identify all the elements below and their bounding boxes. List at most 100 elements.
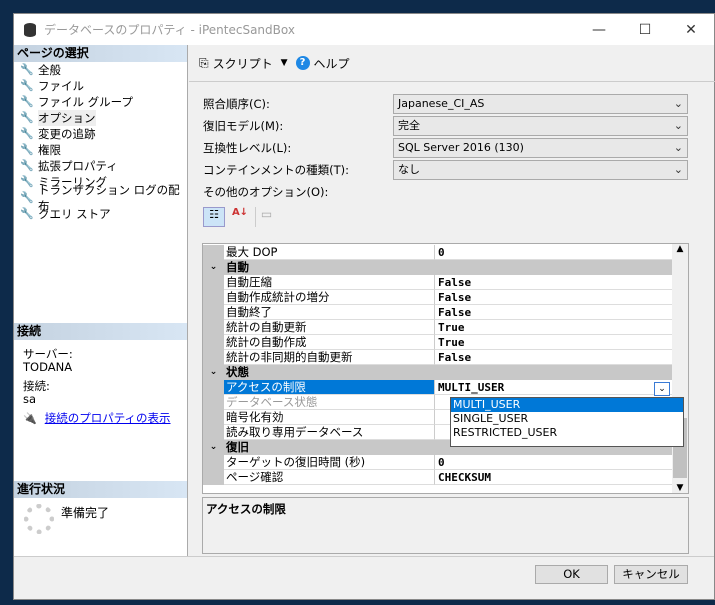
alphabetical-sort-button[interactable]: A↓ <box>229 207 251 227</box>
nav-item[interactable]: 🔧 ファイル グループ <box>14 94 187 110</box>
chevron-down-icon: ⌄ <box>673 163 683 176</box>
property-name: 暗号化有効 <box>224 410 435 425</box>
property-value[interactable]: False <box>435 275 673 290</box>
cancel-button[interactable]: キャンセル <box>614 565 688 584</box>
close-button[interactable]: ✕ <box>668 14 714 45</box>
nav-item[interactable]: 🔧 ファイル <box>14 78 187 94</box>
left-panel: ページの選択 🔧 全般 🔧 ファイル 🔧 ファイル グループ 🔧 オプション 🔧 変更の追跡 🔧 権限… <box>14 45 188 556</box>
nav-item[interactable]: 🔧 拡張プロパティ <box>14 158 187 174</box>
nav-item-label: 全般 <box>38 63 61 77</box>
property-value[interactable]: False <box>435 350 673 365</box>
connection-header: 接続 <box>14 323 187 340</box>
plug-icon: 🔌 <box>23 412 37 425</box>
property-value[interactable]: CHECKSUM <box>435 470 673 485</box>
nav-item[interactable]: 🔧 オプション <box>14 110 187 126</box>
property-name: ターゲットの復旧時間 (秒) <box>224 455 435 470</box>
category-row[interactable]: ⌄ 自動 <box>203 260 673 275</box>
property-value[interactable]: MULTI_USER <box>435 380 673 395</box>
script-dropdown-icon[interactable]: ▼ <box>281 58 288 68</box>
right-panel: ⎘ スクリプト ▼ ? ヘルプ 照合順序(C): Japanese_CI_AS ⌄… <box>189 45 715 556</box>
property-name: 統計の自動作成 <box>224 335 435 350</box>
property-grid: 最大 DOP 0 ⌄ 自動 自動圧縮 False 自動作成統計の増分 False 自動終了 Fal… <box>202 243 689 494</box>
nav-item[interactable]: 🔧 変更の追跡 <box>14 126 187 142</box>
category-label: 自動 <box>226 260 249 274</box>
toolbar: ⎘ スクリプト ▼ ? ヘルプ <box>189 45 715 82</box>
collapse-chevron-icon[interactable]: ⌄ <box>203 260 224 275</box>
wrench-icon: 🔧 <box>20 207 34 220</box>
collation-select[interactable]: Japanese_CI_AS ⌄ <box>393 94 688 114</box>
wrench-icon: 🔧 <box>20 127 34 140</box>
property-value[interactable]: False <box>435 290 673 305</box>
scroll-down-icon[interactable]: ▼ <box>672 483 688 493</box>
dropdown-option[interactable]: RESTRICTED_USER <box>451 426 683 440</box>
compatibility-level-select[interactable]: SQL Server 2016 (130) ⌄ <box>393 138 688 158</box>
property-pages-button[interactable]: ▭ <box>255 207 277 227</box>
property-name: 統計の自動更新 <box>224 320 435 335</box>
category-label: 状態 <box>226 365 249 379</box>
maximize-button[interactable]: ☐ <box>622 14 668 45</box>
dropdown-option[interactable]: SINGLE_USER <box>451 412 683 426</box>
progress-spinner-icon <box>24 504 54 534</box>
property-value[interactable]: 0 <box>435 455 673 470</box>
wrench-icon: 🔧 <box>20 79 34 92</box>
view-connection-properties-link[interactable]: 接続のプロパティの表示 <box>45 411 171 425</box>
property-value[interactable]: True <box>435 335 673 350</box>
nav-item-label: オプション <box>38 110 96 126</box>
recovery-model-select[interactable]: 完全 ⌄ <box>393 116 688 136</box>
property-row[interactable]: 自動圧縮 False <box>203 275 673 290</box>
property-name: 自動終了 <box>224 305 435 320</box>
collapse-chevron-icon[interactable]: ⌄ <box>203 440 224 455</box>
collation-value: Japanese_CI_AS <box>398 97 485 110</box>
nav-item[interactable]: 🔧 権限 <box>14 142 187 158</box>
nav-item-label: 変更の追跡 <box>38 127 96 141</box>
nav-item-label: 権限 <box>38 143 61 157</box>
property-row[interactable]: 統計の自動作成 True <box>203 335 673 350</box>
property-row[interactable]: ページ確認 CHECKSUM <box>203 470 673 485</box>
server-value: TODANA <box>23 360 73 374</box>
wrench-icon: 🔧 <box>20 111 34 124</box>
categorized-view-button[interactable]: ☷ <box>203 207 225 227</box>
property-row[interactable]: 統計の非同期的自動更新 False <box>203 350 673 365</box>
property-row[interactable]: 自動作成統計の増分 False <box>203 290 673 305</box>
help-button[interactable]: ヘルプ <box>314 55 350 72</box>
property-name: 自動圧縮 <box>224 275 435 290</box>
property-description: アクセスの制限 <box>202 497 689 554</box>
property-value[interactable]: True <box>435 320 673 335</box>
window-title: データベースのプロパティ - iPentecSandBox <box>44 23 295 37</box>
compatibility-level-label: 互換性レベル(L): <box>203 141 292 155</box>
property-name: 読み取り専用データベース <box>224 425 435 440</box>
script-icon: ⎘ <box>199 55 209 70</box>
scroll-up-icon[interactable]: ▲ <box>672 244 688 260</box>
help-icon: ? <box>295 56 310 70</box>
dropdown-option[interactable]: MULTI_USER <box>451 398 683 412</box>
property-row[interactable]: 自動終了 False <box>203 305 673 320</box>
property-name: 自動作成統計の増分 <box>224 290 435 305</box>
property-row[interactable]: 最大 DOP 0 <box>203 245 673 260</box>
category-row[interactable]: ⌄ 状態 <box>203 365 673 380</box>
property-value[interactable]: False <box>435 305 673 320</box>
containment-type-value: なし <box>398 163 420 176</box>
collapse-chevron-icon[interactable]: ⌄ <box>203 365 224 380</box>
nav-item-label: クエリ ストア <box>38 207 111 221</box>
database-icon <box>24 22 36 37</box>
ok-button[interactable]: OK <box>535 565 608 584</box>
property-row[interactable]: ターゲットの復旧時間 (秒) 0 <box>203 455 673 470</box>
script-button[interactable]: スクリプト <box>213 55 273 72</box>
database-properties-window: データベースのプロパティ - iPentecSandBox — ☐ ✕ ページの… <box>13 13 715 600</box>
nav-item[interactable]: 🔧 全般 <box>14 62 187 78</box>
recovery-model-value: 完全 <box>398 119 420 132</box>
wrench-icon: 🔧 <box>20 95 34 108</box>
property-value[interactable]: 0 <box>435 245 673 260</box>
nav-item[interactable]: 🔧 トランザクション ログの配布 <box>14 183 187 213</box>
dropdown-chevron-button[interactable]: ⌄ <box>654 382 670 396</box>
minimize-button[interactable]: — <box>576 14 622 45</box>
grid-scrollbar[interactable]: ▲ ▼ <box>672 244 688 493</box>
category-label: 復旧 <box>226 440 249 454</box>
other-options-label: その他のオプション(O): <box>203 185 329 199</box>
containment-type-select[interactable]: なし ⌄ <box>393 160 688 180</box>
property-row[interactable]: 統計の自動更新 True <box>203 320 673 335</box>
wrench-icon: 🔧 <box>20 159 34 172</box>
property-name: ページ確認 <box>224 470 435 485</box>
property-name: 最大 DOP <box>224 245 435 260</box>
property-row[interactable]: アクセスの制限 MULTI_USER <box>203 380 673 395</box>
